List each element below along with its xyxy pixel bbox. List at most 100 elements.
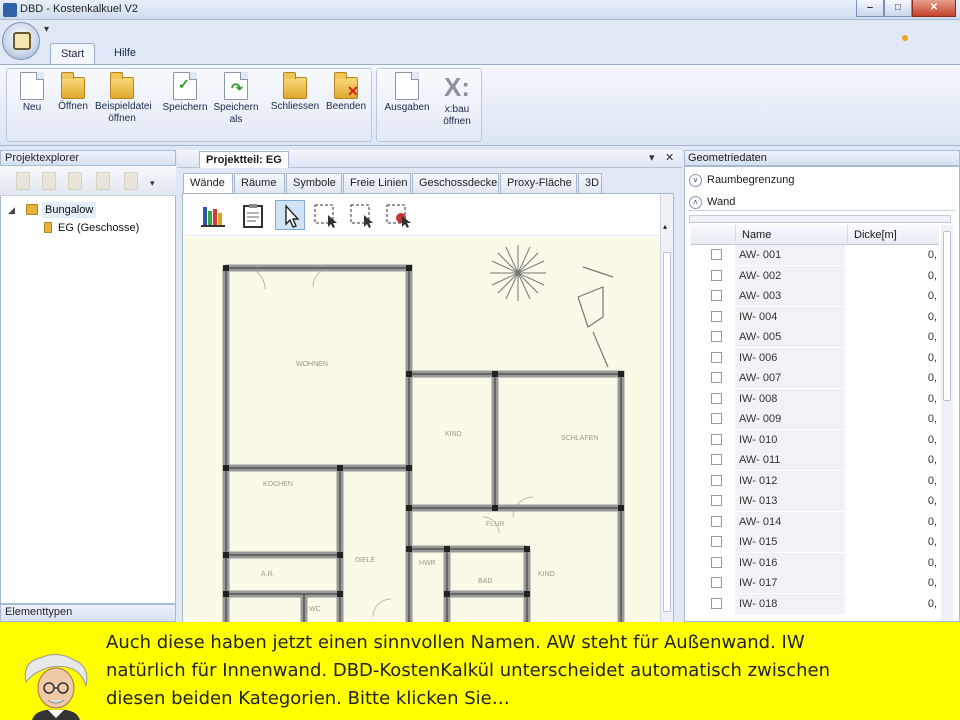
open-button[interactable]: Öffnen xyxy=(53,72,93,113)
table-row[interactable]: IW- 008 0, xyxy=(691,388,939,409)
table-row[interactable]: IW- 006 0, xyxy=(691,347,939,368)
floor-folder-icon xyxy=(44,222,52,233)
section-wand[interactable]: ˄ Wand xyxy=(689,193,955,211)
add-icon[interactable] xyxy=(16,172,30,190)
table-row[interactable]: IW- 015 0, xyxy=(691,532,939,552)
clipboard-tool-icon[interactable] xyxy=(237,200,267,230)
table-row[interactable]: AW- 002 0, xyxy=(691,265,939,286)
tree-label-eg: EG (Geschosse) xyxy=(58,222,140,234)
open-sample-button[interactable]: Beispieldatei öffnen xyxy=(95,72,152,125)
document-close-icon[interactable]: ✕ xyxy=(665,151,674,164)
app-icon xyxy=(3,3,17,17)
save-as-icon: ↷ xyxy=(224,72,248,100)
document-tab[interactable]: Projektteil: EG xyxy=(199,151,289,168)
row-checkbox[interactable] xyxy=(711,372,722,383)
table-row[interactable]: AW- 014 0, xyxy=(691,511,939,532)
add-sub-icon[interactable] xyxy=(42,172,56,190)
collapse-icon[interactable]: ˄ xyxy=(689,195,702,209)
table-row[interactable]: IW- 017 0, xyxy=(691,573,939,593)
rect-select-add-icon[interactable] xyxy=(347,200,377,230)
table-row[interactable]: AW- 009 0, xyxy=(691,409,939,429)
row-checkbox[interactable] xyxy=(711,433,722,445)
scroll-thumb[interactable] xyxy=(663,252,671,612)
tab-symbole[interactable]: Symbole xyxy=(286,173,342,193)
tree-item-bungalow[interactable]: ◢ Bungalow xyxy=(6,202,166,218)
open-sample-label: Beispieldatei öffnen xyxy=(95,101,152,124)
wall-name-cell: IW- 018 xyxy=(735,593,845,614)
tab-waende[interactable]: Wände xyxy=(183,173,233,194)
tab-geschossdecke[interactable]: Geschossdecke xyxy=(412,173,499,193)
exit-button[interactable]: ✕ Beenden xyxy=(323,72,369,113)
tab-freie-linien[interactable]: Freie Linien xyxy=(343,173,411,193)
status-dot-icon xyxy=(902,35,908,41)
row-checkbox[interactable] xyxy=(711,515,722,527)
new-button[interactable]: Neu xyxy=(11,72,53,114)
row-checkbox[interactable] xyxy=(711,474,722,486)
table-row[interactable]: IW- 010 0, xyxy=(691,429,939,450)
xbau-open-button[interactable]: X: x:bau öffnen xyxy=(435,72,479,128)
toolbar-overflow-icon[interactable]: ▾ xyxy=(150,178,155,189)
grid-scrollbar[interactable] xyxy=(941,225,953,621)
splitter[interactable] xyxy=(689,215,951,223)
table-row[interactable]: AW- 003 0, xyxy=(691,286,939,306)
close-project-button[interactable]: Schliessen xyxy=(269,72,321,113)
collapse-triangle-icon[interactable]: ◢ xyxy=(8,202,15,218)
column-thickness[interactable]: Dicke[m] xyxy=(847,225,939,245)
table-row[interactable]: AW- 005 0, xyxy=(691,327,939,347)
table-row[interactable]: AW- 007 0, xyxy=(691,368,939,388)
table-row[interactable]: AW- 011 0, xyxy=(691,450,939,470)
section-raumbegrenzung[interactable]: ˅ Raumbegrenzung xyxy=(689,171,955,189)
row-checkbox[interactable] xyxy=(711,331,722,342)
rect-select-remove-icon[interactable] xyxy=(383,200,413,230)
rect-select-icon[interactable] xyxy=(311,200,341,230)
row-checkbox[interactable] xyxy=(711,556,722,568)
row-checkbox[interactable] xyxy=(711,536,722,547)
canvas-scrollbar[interactable]: ▴ xyxy=(660,194,673,623)
close-button[interactable]: ✕ xyxy=(912,0,956,17)
row-checkbox[interactable] xyxy=(711,269,722,281)
edit-icon[interactable] xyxy=(124,172,138,190)
save-button[interactable]: ✓ Speichern xyxy=(161,72,209,114)
table-row[interactable]: IW- 004 0, xyxy=(691,306,939,327)
table-row[interactable]: AW- 001 0, xyxy=(691,245,939,265)
tab-proxy-flaeche[interactable]: Proxy-Fläche xyxy=(500,173,577,193)
tab-start[interactable]: Start xyxy=(50,43,96,65)
maximize-button[interactable]: □ xyxy=(884,0,912,17)
tab-3d[interactable]: 3D xyxy=(578,173,602,193)
tab-raeume[interactable]: Räume xyxy=(234,173,285,193)
row-checkbox[interactable] xyxy=(711,454,722,465)
minimize-button[interactable]: ‒ xyxy=(856,0,884,17)
row-checkbox[interactable] xyxy=(711,495,722,506)
row-checkbox[interactable] xyxy=(711,597,722,609)
copy-icon[interactable] xyxy=(68,172,82,190)
chart-tool-icon[interactable] xyxy=(197,200,227,230)
room-label: BAD xyxy=(478,578,492,585)
output-button[interactable]: Ausgaben xyxy=(381,72,433,114)
row-checkbox[interactable] xyxy=(711,577,722,588)
table-row[interactable]: IW- 016 0, xyxy=(691,552,939,573)
wall-tools xyxy=(183,194,661,236)
save-as-button[interactable]: ↷ Speichern als xyxy=(213,72,259,126)
document-dropdown-icon[interactable]: ▾ xyxy=(649,151,655,164)
table-row[interactable]: IW- 018 0, xyxy=(691,593,939,614)
column-name[interactable]: Name xyxy=(735,225,847,245)
table-row[interactable]: IW- 012 0, xyxy=(691,470,939,491)
ribbon-tabs: Start Hilfe xyxy=(0,43,960,65)
grid-scroll-thumb[interactable] xyxy=(943,231,951,401)
table-row[interactable]: IW- 013 0, xyxy=(691,491,939,511)
room-label: SCHLAFEN xyxy=(561,435,598,442)
row-checkbox[interactable] xyxy=(711,310,722,322)
row-checkbox[interactable] xyxy=(711,351,722,363)
row-checkbox[interactable] xyxy=(711,249,722,260)
expand-icon[interactable]: ˅ xyxy=(689,173,702,187)
row-checkbox[interactable] xyxy=(711,392,722,404)
row-checkbox[interactable] xyxy=(711,290,722,301)
delete-icon[interactable] xyxy=(96,172,110,190)
select-pointer-icon[interactable] xyxy=(275,200,305,230)
tab-hilfe[interactable]: Hilfe xyxy=(104,43,146,65)
scroll-up-icon[interactable]: ▴ xyxy=(663,222,667,231)
quick-access-dropdown[interactable]: ▾ xyxy=(44,24,49,35)
row-checkbox[interactable] xyxy=(711,413,722,424)
floor-plan-canvas[interactable]: WOHNEN KIND SCHLAFEN KOCHEN FLUR A.R. DI… xyxy=(183,237,661,623)
tree-item-eg[interactable]: EG (Geschosse) xyxy=(40,220,170,236)
